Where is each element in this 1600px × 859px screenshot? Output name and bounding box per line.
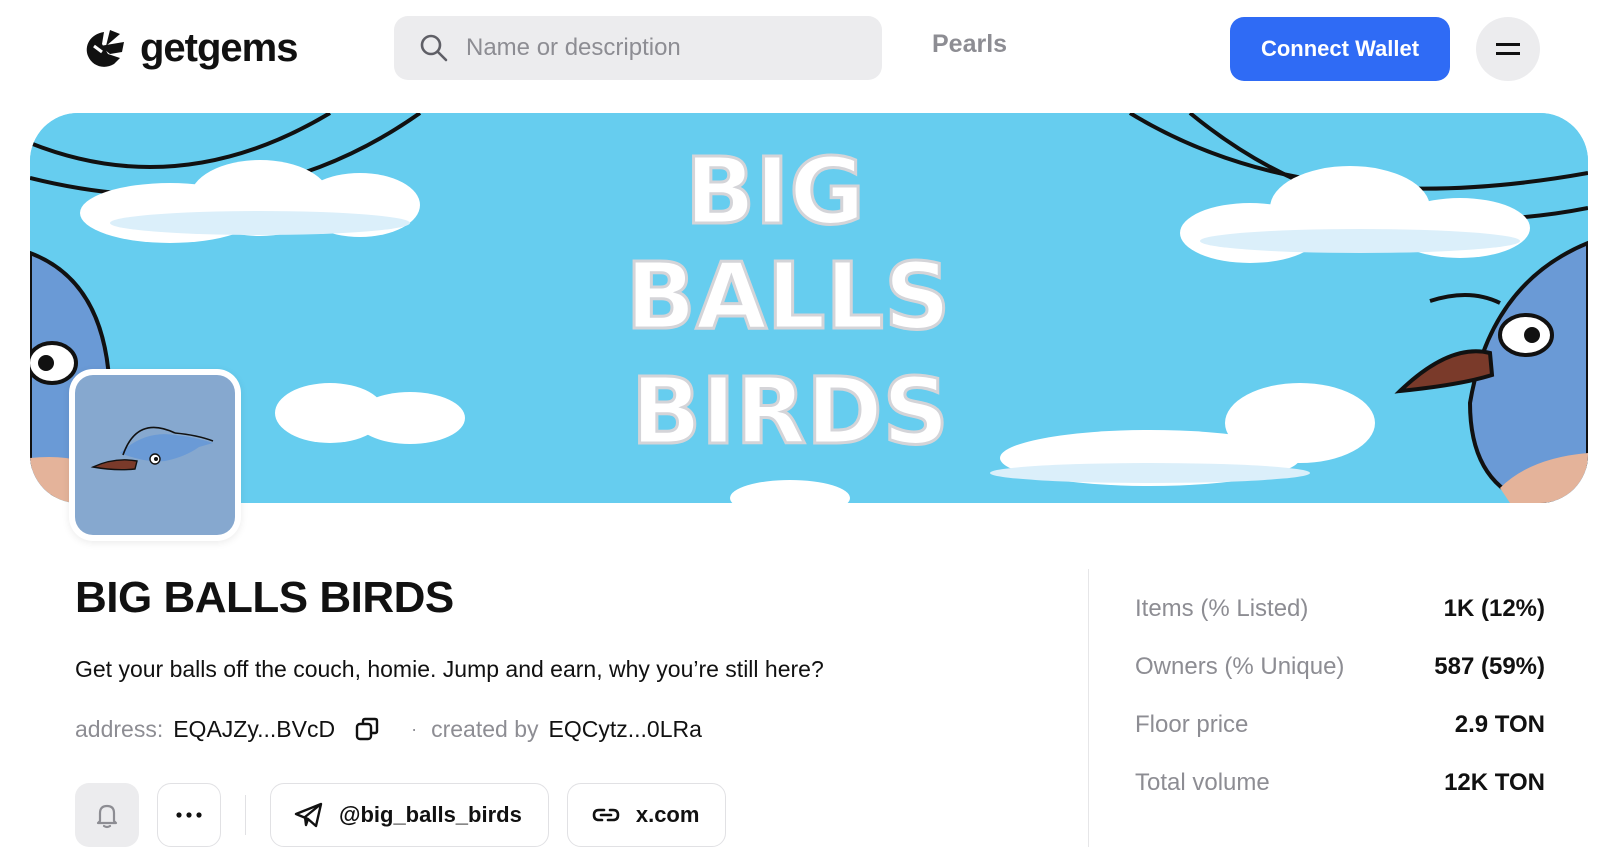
telegram-link-label: @big_balls_birds xyxy=(339,802,522,827)
stat-label: Owners (% Unique) xyxy=(1135,653,1345,680)
stat-owners: Owners (% Unique) 587 (59%) xyxy=(1135,638,1545,696)
stat-label: Floor price xyxy=(1135,711,1249,738)
more-options-button[interactable] xyxy=(157,783,221,847)
logo-text: getgems xyxy=(140,26,298,70)
banner-title-line-1: BIG xyxy=(685,138,865,245)
menu-icon xyxy=(1496,43,1520,55)
created-by-label: created by xyxy=(431,715,539,742)
stat-value: 587 (59%) xyxy=(1434,653,1545,680)
link-icon xyxy=(592,808,620,822)
getgems-logo-icon xyxy=(86,30,124,67)
connect-wallet-button[interactable]: Connect Wallet xyxy=(1230,17,1450,81)
collection-title: BIG BALLS BIRDS xyxy=(75,573,454,622)
separator-dot: · xyxy=(411,718,418,739)
collection-actions: @big_balls_birds x.com xyxy=(75,783,727,847)
bell-icon xyxy=(96,804,118,829)
stat-value: 2.9 TON xyxy=(1454,711,1545,738)
search-input[interactable] xyxy=(466,34,856,62)
collection-avatar xyxy=(69,369,241,541)
stats-divider xyxy=(1088,569,1089,847)
actions-divider xyxy=(245,795,246,835)
created-by-value[interactable]: EQCytz...0LRa xyxy=(549,716,702,743)
stat-total-volume: Total volume 12K TON xyxy=(1135,754,1545,812)
banner-title-line-3: BIRDS xyxy=(631,358,949,465)
stat-floor-price: Floor price 2.9 TON xyxy=(1135,696,1545,754)
copy-icon[interactable] xyxy=(353,715,381,743)
telegram-link-button[interactable]: @big_balls_birds xyxy=(270,783,549,847)
avatar-image xyxy=(75,375,235,535)
address-value[interactable]: EQAJZy...BVcD xyxy=(173,716,335,743)
address-row: address: EQAJZy...BVcD · created by EQCy… xyxy=(75,715,702,743)
collection-stats: Items (% Listed) 1K (12%) Owners (% Uniq… xyxy=(1135,580,1545,812)
search-bar[interactable] xyxy=(394,16,882,80)
search-icon xyxy=(420,34,448,62)
stat-label: Total volume xyxy=(1135,769,1270,796)
notify-button[interactable] xyxy=(75,783,139,847)
banner-illustration: BIG BALLS BIRDS xyxy=(30,113,1588,503)
telegram-icon xyxy=(294,802,323,828)
stat-value: 1K (12%) xyxy=(1443,595,1545,622)
website-link-label: x.com xyxy=(635,802,700,827)
avatar-bird-illustration xyxy=(90,426,214,471)
website-link-button[interactable]: x.com xyxy=(566,783,727,847)
collection-banner: BIG BALLS BIRDS xyxy=(30,113,1588,503)
nav-pearls-link[interactable]: Pearls xyxy=(932,30,1007,59)
stat-items: Items (% Listed) 1K (12%) xyxy=(1135,580,1545,638)
address-label: address: xyxy=(75,715,164,742)
collection-description: Get your balls off the couch, homie. Jum… xyxy=(75,656,824,682)
banner-title-line-2: BALLS xyxy=(626,243,951,350)
menu-button[interactable] xyxy=(1476,17,1540,81)
stat-value: 12K TON xyxy=(1444,769,1545,796)
more-dots-icon xyxy=(176,812,202,818)
stat-label: Items (% Listed) xyxy=(1135,595,1309,622)
getgems-logo[interactable]: getgems xyxy=(80,22,298,74)
